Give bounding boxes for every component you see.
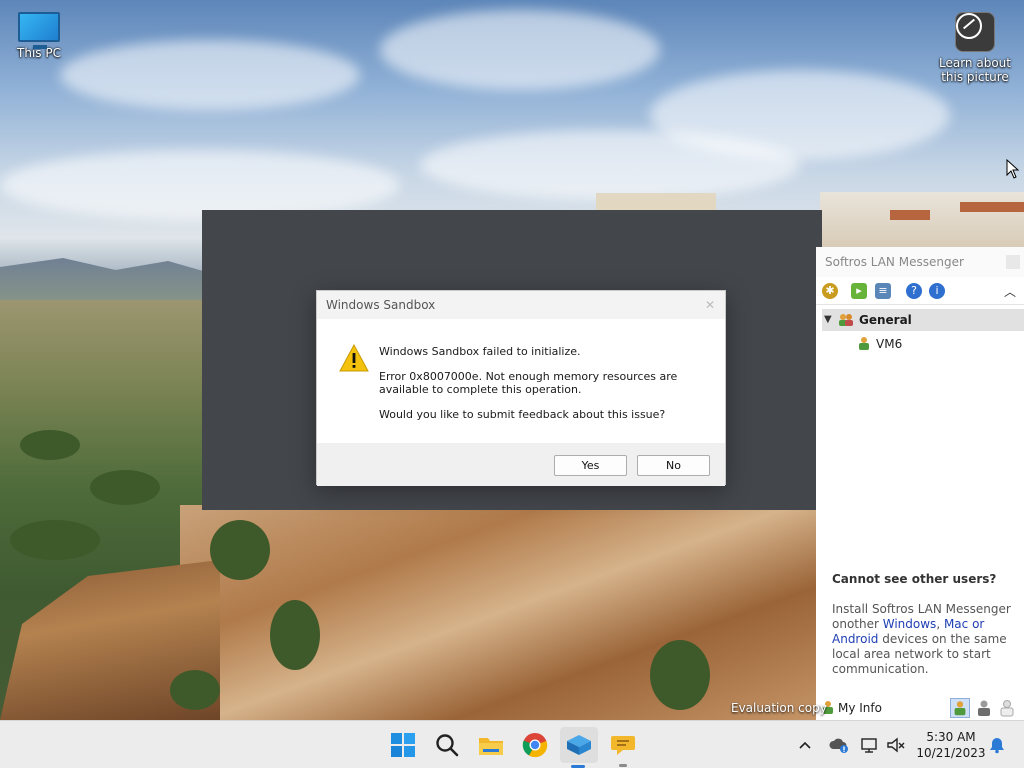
- wallpaper-buildings: [596, 193, 716, 211]
- folder-icon[interactable]: ▸: [851, 283, 867, 299]
- file-explorer-icon[interactable]: [477, 731, 505, 759]
- taskbar-clock[interactable]: 5:30 AM 10/21/2023: [916, 729, 986, 761]
- help-separator: ,: [936, 617, 944, 631]
- wallpaper-tree: [170, 670, 220, 710]
- clock-time: 5:30 AM: [926, 730, 976, 744]
- close-icon[interactable]: [1006, 255, 1020, 269]
- windows-start-icon[interactable]: [389, 731, 417, 759]
- my-info-button[interactable]: My Info: [822, 700, 882, 715]
- group-row-general[interactable]: ▼ General: [822, 309, 1024, 331]
- dialog-message-line2: Error 0x8007000e. Not enough memory reso…: [379, 370, 678, 396]
- dialog-titlebar: Windows Sandbox ✕: [317, 291, 725, 319]
- chevron-up-icon[interactable]: [798, 738, 812, 752]
- dialog-body: Windows Sandbox failed to initialize. Er…: [317, 319, 725, 443]
- wallpaper-cloud: [60, 40, 360, 110]
- lan-messenger-window: Softros LAN Messenger ✱ ▸ ≡ ? i ︿ ▼ Gene…: [816, 247, 1024, 720]
- onedrive-alert-icon[interactable]: [829, 736, 849, 754]
- taskbar: 5:30 AM 10/21/2023: [0, 720, 1024, 768]
- gear-icon[interactable]: ✱: [822, 283, 838, 299]
- no-button[interactable]: No: [637, 455, 710, 476]
- help-separator: or: [968, 617, 985, 631]
- desktop-icon-label: Learn about this picture: [939, 56, 1011, 84]
- dialog-message-line3: Would you like to submit feedback about …: [379, 408, 666, 421]
- notification-bell-icon[interactable]: [988, 736, 1006, 754]
- my-info-label: My Info: [838, 701, 882, 715]
- group-people-icon: [839, 314, 853, 326]
- messenger-icon[interactable]: [609, 731, 637, 759]
- chevron-up-icon[interactable]: ︿: [1004, 283, 1016, 300]
- help-text: Install Softros LAN Messenger onother Wi…: [832, 602, 1018, 677]
- learn-about-picture-icon: [955, 12, 995, 52]
- group-name: General: [859, 313, 912, 327]
- close-icon[interactable]: ✕: [705, 291, 715, 319]
- error-dialog: Windows Sandbox ✕ Windows Sandbox failed…: [316, 290, 726, 486]
- wallpaper-tree: [10, 520, 100, 560]
- windows-sandbox-icon: [567, 735, 591, 755]
- network-icon[interactable]: [860, 736, 880, 754]
- messenger-footer: My Info: [816, 695, 1024, 720]
- messenger-titlebar: Softros LAN Messenger: [816, 247, 1024, 277]
- clock-date: 10/21/2023: [916, 746, 986, 760]
- dialog-footer: Yes No: [317, 443, 725, 486]
- messenger-toolbar: ✱ ▸ ≡ ? i ︿: [816, 277, 1024, 305]
- status-online-icon[interactable]: [950, 698, 970, 718]
- desktop-icon-learn-about-picture[interactable]: Learn about this picture: [936, 12, 1014, 84]
- wallpaper-roof: [890, 210, 930, 220]
- wallpaper-cloud: [420, 130, 800, 200]
- wallpaper-tree: [650, 640, 710, 710]
- link-android[interactable]: Android: [832, 632, 878, 646]
- wallpaper-tree: [210, 520, 270, 580]
- status-away-icon[interactable]: [974, 698, 994, 718]
- search-icon[interactable]: [433, 731, 461, 759]
- wallpaper-tree: [20, 430, 80, 460]
- chevron-down-icon[interactable]: ▼: [824, 309, 832, 331]
- chrome-icon[interactable]: [521, 731, 549, 759]
- this-pc-icon: [18, 12, 60, 49]
- running-app-indicator: [619, 764, 627, 767]
- volume-muted-icon[interactable]: [886, 736, 906, 754]
- list-icon[interactable]: ≡: [875, 283, 891, 299]
- desktop-icon-this-pc[interactable]: This PC: [1, 12, 77, 60]
- warning-icon: [339, 344, 369, 372]
- wallpaper-tree: [270, 600, 320, 670]
- wallpaper-tree: [90, 470, 160, 505]
- dialog-message-line1: Windows Sandbox failed to initialize.: [379, 345, 581, 358]
- link-mac[interactable]: Mac: [944, 617, 968, 631]
- messenger-help: Cannot see other users? Install Softros …: [832, 572, 1018, 677]
- taskbar-item-windows-sandbox[interactable]: [560, 727, 598, 763]
- messenger-title: Softros LAN Messenger: [825, 255, 964, 269]
- status-offline-icon[interactable]: [997, 698, 1017, 718]
- mouse-cursor-icon: [1006, 159, 1020, 179]
- evaluation-watermark: Evaluation copy: [731, 701, 827, 715]
- help-heading: Cannot see other users?: [832, 572, 997, 586]
- user-icon: [859, 337, 869, 350]
- user-name: VM6: [876, 337, 903, 351]
- wallpaper-cloud: [380, 10, 660, 90]
- user-item[interactable]: VM6: [858, 336, 902, 352]
- dialog-title: Windows Sandbox: [326, 298, 436, 312]
- info-icon[interactable]: i: [929, 283, 945, 299]
- help-icon[interactable]: ?: [906, 283, 922, 299]
- wallpaper-roof: [960, 202, 1024, 212]
- yes-button[interactable]: Yes: [554, 455, 627, 476]
- wallpaper-town: [820, 192, 1024, 248]
- link-windows[interactable]: Windows: [883, 617, 937, 631]
